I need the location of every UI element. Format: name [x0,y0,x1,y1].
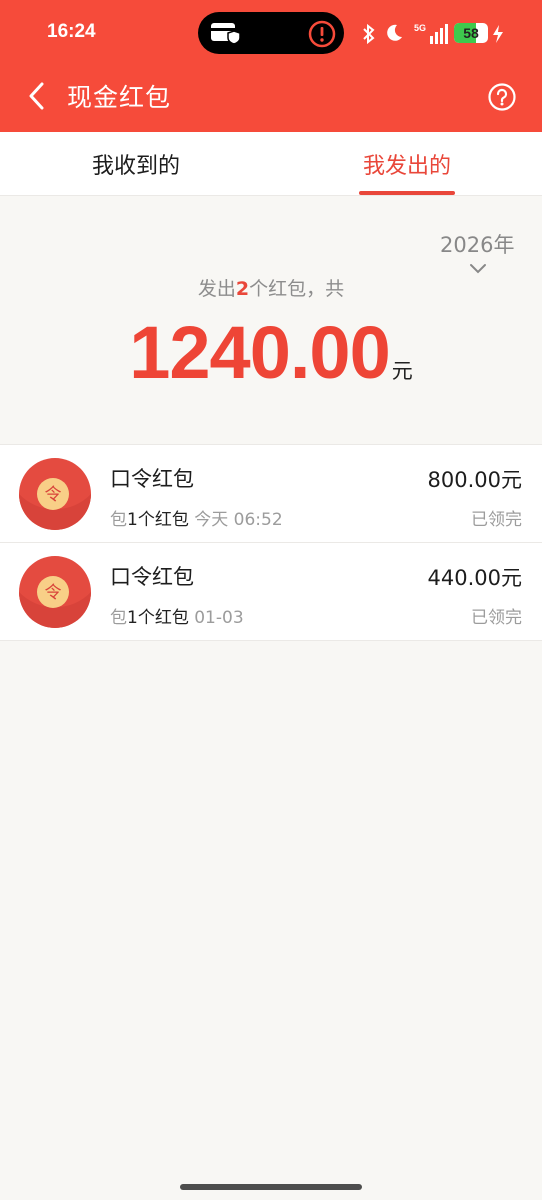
list-item[interactable]: 令 口令红包 包1个红包 01-03 440.00元 已领完 [0,543,542,641]
item-amount: 800.00元 [427,468,522,492]
tab-sent[interactable]: 我发出的 [337,148,477,180]
item-subtitle: 包1个红包 01-03 [110,608,244,628]
item-subtitle: 包1个红包 今天 06:52 [110,510,283,530]
svg-text:5G: 5G [414,23,426,33]
tab-bar: 我收到的 我发出的 [0,132,542,196]
home-indicator[interactable] [180,1184,362,1190]
item-time: 01-03 [194,608,244,628]
question-circle-icon [488,83,516,111]
red-packet-list: 令 口令红包 包1个红包 今天 06:52 800.00元 已领完 令 口令红包… [0,444,542,641]
item-time: 今天 06:52 [194,510,283,530]
red-packet-count: 2 [235,278,250,300]
help-button[interactable] [487,82,517,116]
red-packet-icon: 令 [18,457,92,535]
status-time: 16:24 [47,21,96,42]
item-amount: 440.00元 [427,566,522,590]
total-value: 1240.00 [129,311,390,394]
chevron-left-icon [29,82,44,110]
alert-icon [308,20,336,52]
item-status: 已领完 [471,510,522,530]
svg-text:令: 令 [45,583,62,603]
bluetooth-icon [362,23,376,49]
charging-icon [492,25,504,47]
red-packet-icon: 令 [18,555,92,633]
moon-icon [384,23,404,47]
dynamic-island [198,12,344,54]
total-amount: 1240.00元 [0,310,542,395]
svg-text:令: 令 [45,485,62,505]
page-title: 现金红包 [67,83,172,112]
tab-received[interactable]: 我收到的 [66,148,206,180]
wallet-card-icon [210,21,241,49]
list-item[interactable]: 令 口令红包 包1个红包 今天 06:52 800.00元 已领完 [0,445,542,543]
item-status: 已领完 [471,608,522,628]
total-unit: 元 [391,359,413,383]
item-title: 口令红包 [110,467,194,491]
signal-icon: 5G [414,22,452,50]
year-selector[interactable]: 2026年 [440,229,514,259]
back-button[interactable] [26,82,48,114]
battery-indicator: 58 [454,23,488,43]
app-header: 16:24 5G 58 现金红包 [0,0,542,132]
summary-text: 发出2个红包，共 [197,278,345,300]
active-tab-indicator [359,191,455,195]
item-title: 口令红包 [110,565,194,589]
